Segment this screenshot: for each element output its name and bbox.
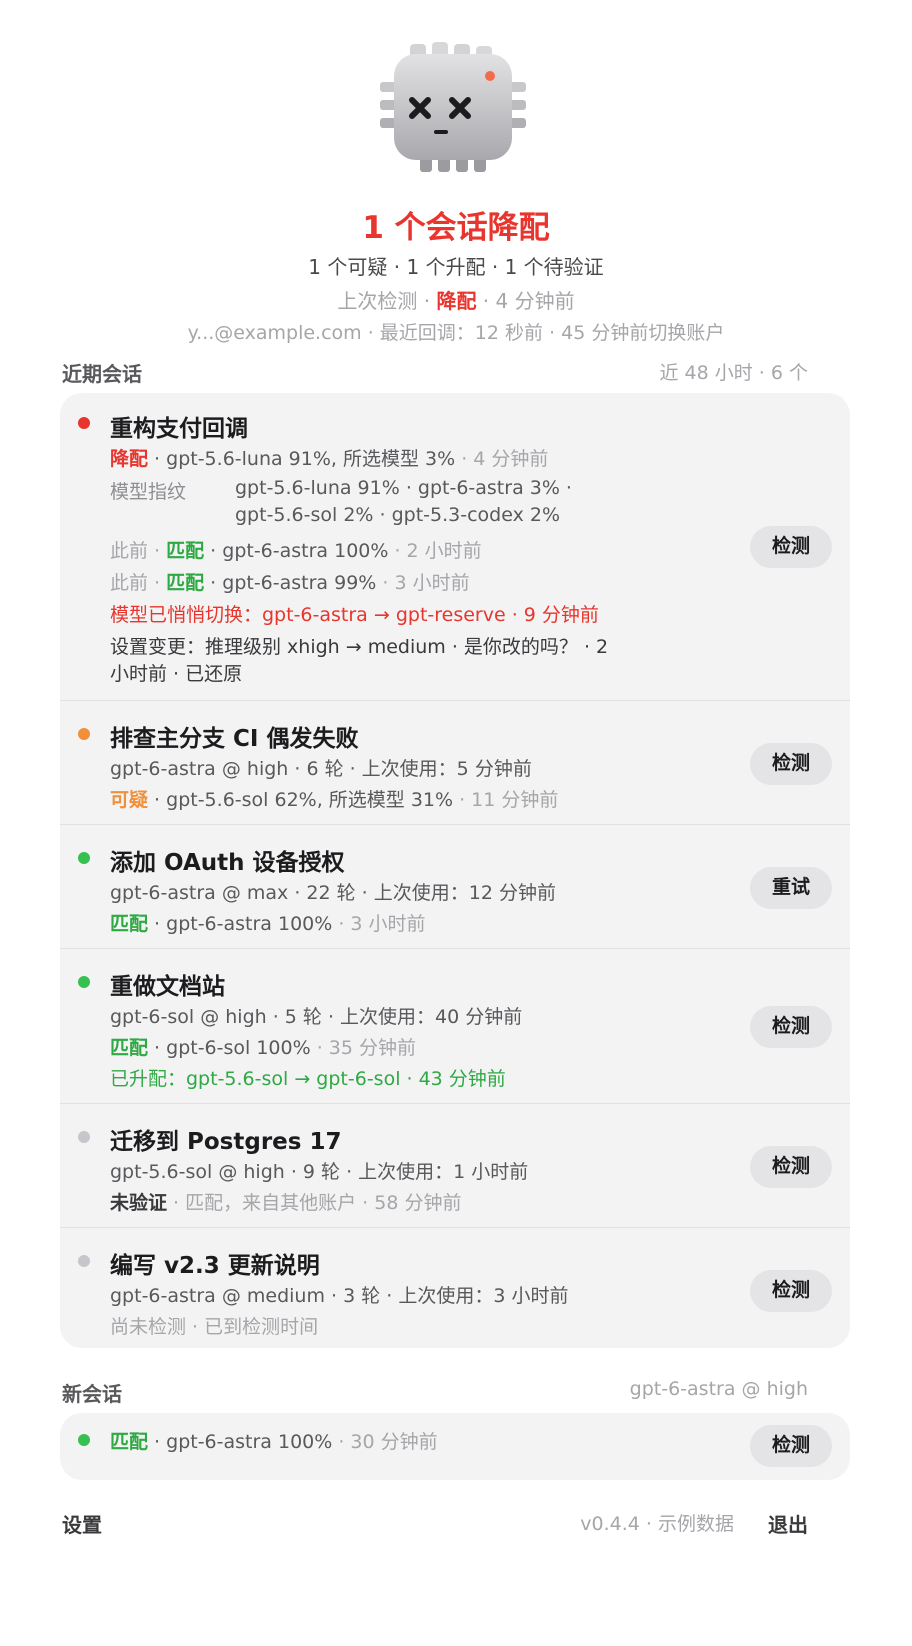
session-status-line: 未验证 · 匹配，来自其他账户 · 58 分钟前 bbox=[110, 1192, 462, 1214]
session-meta: gpt-6-astra @ medium · 3 轮 · 上次使用：3 小时前 bbox=[110, 1285, 569, 1307]
session-meta: gpt-6-astra @ max · 22 轮 · 上次使用：12 分钟前 bbox=[110, 882, 556, 904]
new-session-status-line: 匹配 · gpt-6-astra 100% · 30 分钟前 bbox=[110, 1431, 438, 1453]
status-headline: 1 个会话降配 bbox=[362, 210, 550, 246]
broken-chip-mascot-icon bbox=[380, 38, 532, 178]
settings-link[interactable]: 设置 bbox=[62, 1509, 102, 1538]
session-meta: gpt-6-astra @ high · 6 轮 · 上次使用：5 分钟前 bbox=[110, 758, 532, 780]
recent-sessions-card: 重构支付回调 降配 · gpt-5.6-luna 91%, 所选模型 3% · … bbox=[60, 393, 850, 1348]
status-summary: 1 个可疑 · 1 个升配 · 1 个待验证 bbox=[308, 255, 604, 279]
session-meta: gpt-6-sol @ high · 5 轮 · 上次使用：40 分钟前 bbox=[110, 1006, 523, 1028]
check-button[interactable]: 检测 bbox=[750, 526, 832, 568]
session-row[interactable]: 排查主分支 CI 偶发失败 gpt-6-astra @ high · 6 轮 ·… bbox=[60, 701, 850, 824]
check-button[interactable]: 检测 bbox=[750, 1006, 832, 1048]
session-title: 重做文档站 bbox=[110, 974, 225, 1000]
session-title: 重构支付回调 bbox=[110, 416, 248, 442]
session-title: 编写 v2.3 更新说明 bbox=[110, 1253, 320, 1279]
check-button[interactable]: 检测 bbox=[750, 1425, 832, 1467]
session-row[interactable]: 添加 OAuth 设备授权 gpt-6-astra @ max · 22 轮 ·… bbox=[60, 825, 850, 948]
session-status-line: 尚未检测 · 已到检测时间 bbox=[110, 1316, 319, 1338]
model-switch-alert: 模型已悄悄切换：gpt-6-astra → gpt-reserve · 9 分钟… bbox=[110, 604, 599, 626]
new-session-label: 新会话 bbox=[62, 1382, 122, 1406]
status-dot-unchecked bbox=[78, 1255, 90, 1267]
fingerprint-label: 模型指纹 bbox=[110, 481, 187, 503]
session-row[interactable]: 编写 v2.3 更新说明 gpt-6-astra @ medium · 3 轮 … bbox=[60, 1228, 850, 1348]
last-check-line: 上次检测 · 降配 · 4 分钟前 bbox=[337, 289, 575, 313]
fingerprint-values-2: gpt-5.6-sol 2% · gpt-5.3-codex 2% bbox=[235, 504, 561, 526]
session-title: 排查主分支 CI 偶发失败 bbox=[110, 726, 359, 752]
account-line: y...@example.com · 最近回调：12 秒前 · 45 分钟前切换… bbox=[187, 322, 725, 344]
quit-button[interactable]: 退出 bbox=[768, 1509, 808, 1538]
session-status-line: 可疑 · gpt-5.6-sol 62%, 所选模型 31% · 11 分钟前 bbox=[110, 789, 559, 811]
version-label: v0.4.4 · 示例数据 bbox=[580, 1513, 734, 1535]
settings-change-line-2: 小时前 · 已还原 bbox=[110, 663, 243, 685]
settings-change-line-1: 设置变更：推理级别 xhigh → medium · 是你改的吗？ · 2 bbox=[110, 636, 609, 658]
session-row[interactable]: 重构支付回调 降配 · gpt-5.6-luna 91%, 所选模型 3% · … bbox=[60, 393, 850, 700]
previous-check-1: 此前 · 匹配 · gpt-6-astra 100% · 2 小时前 bbox=[110, 540, 482, 562]
session-row[interactable]: 迁移到 Postgres 17 gpt-5.6-sol @ high · 9 轮… bbox=[60, 1104, 850, 1227]
recent-sessions-meta: 近 48 小时 · 6 个 bbox=[659, 362, 808, 384]
status-dot-downgrade bbox=[78, 417, 90, 429]
new-session-model: gpt-6-astra @ high bbox=[629, 1378, 808, 1400]
new-session-card: 匹配 · gpt-6-astra 100% · 30 分钟前 检测 bbox=[60, 1413, 850, 1480]
status-dot-match bbox=[78, 1434, 90, 1446]
session-title: 添加 OAuth 设备授权 bbox=[110, 850, 345, 876]
fingerprint-values-1: gpt-5.6-luna 91% · gpt-6-astra 3% · bbox=[235, 477, 572, 499]
model-upgrade-line: 已升配：gpt-5.6-sol → gpt-6-sol · 43 分钟前 bbox=[110, 1068, 506, 1090]
session-status-line: 匹配 · gpt-6-sol 100% · 35 分钟前 bbox=[110, 1037, 417, 1059]
last-check-status: 降配 bbox=[436, 289, 477, 313]
previous-check-2: 此前 · 匹配 · gpt-6-astra 99% · 3 小时前 bbox=[110, 572, 470, 594]
check-button[interactable]: 检测 bbox=[750, 743, 832, 785]
recent-sessions-label: 近期会话 bbox=[62, 362, 142, 386]
session-status-line: 匹配 · gpt-6-astra 100% · 3 小时前 bbox=[110, 913, 426, 935]
session-meta: gpt-5.6-sol @ high · 9 轮 · 上次使用：1 小时前 bbox=[110, 1161, 529, 1183]
status-dot-suspicious bbox=[78, 728, 90, 740]
retry-button[interactable]: 重试 bbox=[750, 867, 832, 909]
session-title: 迁移到 Postgres 17 bbox=[110, 1129, 342, 1155]
status-dot-unverified bbox=[78, 1131, 90, 1143]
status-dot-match bbox=[78, 976, 90, 988]
session-row[interactable]: 重做文档站 gpt-6-sol @ high · 5 轮 · 上次使用：40 分… bbox=[60, 949, 850, 1103]
session-status-line: 降配 · gpt-5.6-luna 91%, 所选模型 3% · 4 分钟前 bbox=[110, 448, 549, 470]
check-button[interactable]: 检测 bbox=[750, 1146, 832, 1188]
status-dot-match bbox=[78, 852, 90, 864]
check-button[interactable]: 检测 bbox=[750, 1270, 832, 1312]
